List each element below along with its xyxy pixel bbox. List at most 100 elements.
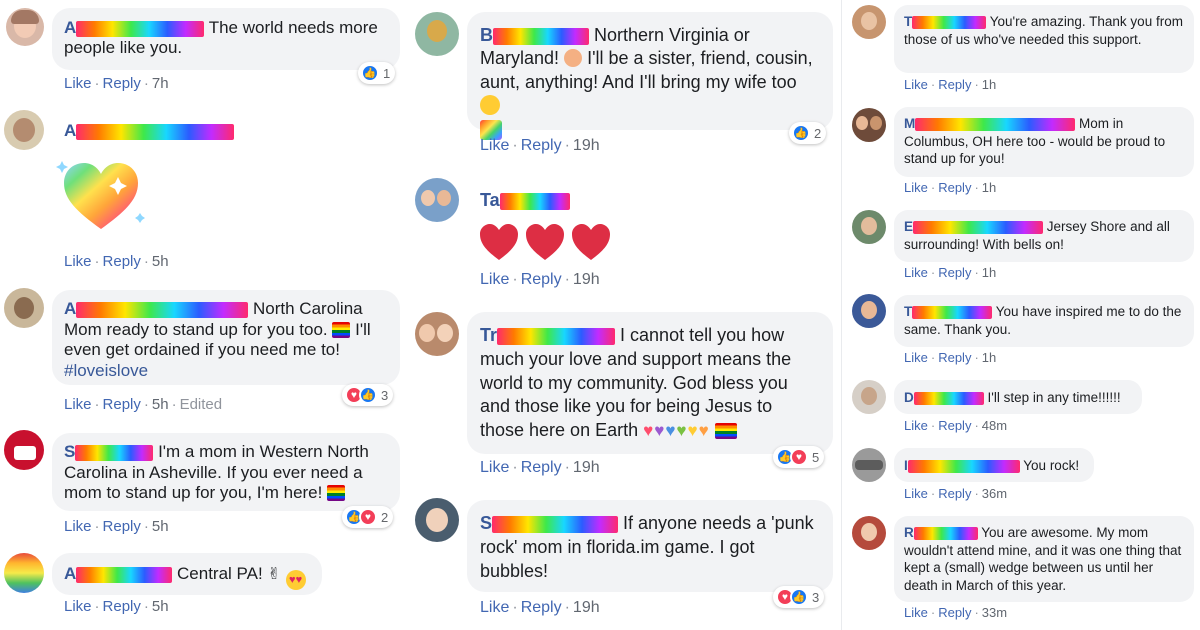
timestamp[interactable]: 1h [982, 180, 996, 195]
timestamp[interactable]: 5h [152, 253, 169, 270]
timestamp[interactable]: 36m [982, 486, 1007, 501]
timestamp[interactable]: 5h [152, 396, 169, 413]
commenter-name[interactable]: B [480, 25, 493, 45]
reply-link[interactable]: Reply [938, 350, 971, 365]
avatar[interactable] [4, 430, 44, 470]
avatar[interactable] [852, 108, 886, 142]
redacted-name-bar [913, 391, 984, 405]
commenter-name[interactable]: M [904, 116, 915, 131]
avatar[interactable] [415, 12, 459, 56]
comment-actions: Like · Reply · 5h [64, 518, 169, 535]
hashtag-link[interactable]: #loveislove [64, 361, 148, 380]
timestamp[interactable]: 19h [573, 137, 600, 154]
avatar[interactable] [4, 553, 44, 593]
commenter-name[interactable]: A [64, 299, 76, 318]
reaction-summary[interactable]: ♥ 👍 3 [773, 586, 825, 608]
like-link[interactable]: Like [64, 75, 92, 92]
like-link[interactable]: Like [64, 396, 92, 413]
reply-link[interactable]: Reply [521, 459, 562, 476]
reaction-summary[interactable]: 👍 2 [789, 122, 827, 144]
comment-bubble: E Jersey Shore and all surrounding! With… [894, 210, 1194, 262]
reply-link[interactable]: Reply [938, 180, 971, 195]
comment-bubble: M Mom in Columbus, OH here too - would b… [894, 107, 1194, 177]
avatar[interactable] [852, 210, 886, 244]
timestamp[interactable]: 1h [982, 350, 996, 365]
timestamp[interactable]: 48m [982, 418, 1007, 433]
reply-link[interactable]: Reply [103, 253, 141, 270]
commenter-name[interactable]: S [64, 442, 75, 461]
avatar[interactable] [852, 294, 886, 328]
reply-link[interactable]: Reply [938, 605, 971, 620]
avatar[interactable] [852, 516, 886, 550]
heart-eyes-emoji: ♥♥ [285, 570, 306, 590]
reply-link[interactable]: Reply [103, 518, 141, 535]
timestamp[interactable]: 7h [152, 75, 169, 92]
redacted-name-bar [497, 327, 616, 345]
commenter-name[interactable]: T [904, 14, 912, 29]
like-link[interactable]: Like [904, 418, 928, 433]
commenter-name[interactable]: S [480, 513, 492, 533]
timestamp[interactable]: 19h [573, 271, 600, 288]
reaction-summary[interactable]: ♥ 👍 3 [342, 384, 394, 406]
commenter-name[interactable]: A [64, 121, 76, 140]
timestamp[interactable]: 1h [982, 77, 996, 92]
avatar[interactable] [415, 498, 459, 542]
avatar[interactable] [852, 380, 886, 414]
commenter-name[interactable]: Tr [480, 325, 497, 345]
reaction-summary[interactable]: 👍 ♥ 5 [773, 446, 825, 468]
like-link[interactable]: Like [904, 180, 928, 195]
comment-text: Central PA! [177, 564, 263, 583]
timestamp[interactable]: 19h [573, 459, 600, 476]
comment-actions: Like · Reply · 36m [904, 486, 1008, 501]
avatar[interactable] [6, 8, 44, 46]
commenter-name[interactable]: D [904, 390, 914, 405]
like-link[interactable]: Like [904, 350, 928, 365]
redacted-name-bar [499, 192, 570, 210]
reply-link[interactable]: Reply [938, 418, 971, 433]
like-link[interactable]: Like [480, 271, 509, 288]
timestamp[interactable]: 1h [982, 265, 996, 280]
like-link[interactable]: Like [480, 599, 509, 616]
reply-link[interactable]: Reply [938, 486, 971, 501]
reply-link[interactable]: Reply [103, 598, 141, 615]
like-link[interactable]: Like [904, 77, 928, 92]
reply-link[interactable]: Reply [938, 265, 971, 280]
love-reaction-icon: ♥ [790, 448, 808, 466]
like-link[interactable]: Like [64, 253, 92, 270]
like-link[interactable]: Like [904, 486, 928, 501]
like-link[interactable]: Like [480, 459, 509, 476]
like-link[interactable]: Like [904, 605, 928, 620]
avatar[interactable] [4, 110, 44, 150]
reply-link[interactable]: Reply [103, 75, 141, 92]
reply-link[interactable]: Reply [521, 137, 562, 154]
timestamp[interactable]: 19h [573, 599, 600, 616]
timestamp[interactable]: 5h [152, 598, 169, 615]
reply-link[interactable]: Reply [103, 396, 141, 413]
like-link[interactable]: Like [904, 265, 928, 280]
red-heart-emoji [526, 224, 564, 260]
avatar[interactable] [4, 288, 44, 328]
reaction-summary[interactable]: 👍 ♥ 2 [342, 506, 394, 528]
avatar[interactable] [415, 312, 459, 356]
commenter-name[interactable]: E [904, 219, 913, 234]
like-reaction-icon: 👍 [792, 124, 810, 142]
commenter-name[interactable]: R [904, 525, 914, 540]
commenter-name[interactable]: A [64, 18, 76, 37]
reply-link[interactable]: Reply [938, 77, 971, 92]
timestamp[interactable]: 5h [152, 518, 169, 535]
reply-link[interactable]: Reply [521, 271, 562, 288]
avatar[interactable] [415, 178, 459, 222]
reaction-summary[interactable]: 👍 1 [358, 62, 396, 84]
like-link[interactable]: Like [480, 137, 509, 154]
rainbow-heart-sticker [56, 155, 146, 235]
commenter-name[interactable]: Ta [480, 190, 500, 210]
timestamp[interactable]: 33m [982, 605, 1007, 620]
avatar[interactable] [852, 448, 886, 482]
like-link[interactable]: Like [64, 598, 92, 615]
commenter-name[interactable]: T [904, 304, 912, 319]
like-link[interactable]: Like [64, 518, 92, 535]
avatar[interactable] [852, 5, 886, 39]
reply-link[interactable]: Reply [521, 599, 562, 616]
commenter-name[interactable]: A [64, 564, 76, 583]
like-reaction-icon: 👍 [359, 386, 377, 404]
